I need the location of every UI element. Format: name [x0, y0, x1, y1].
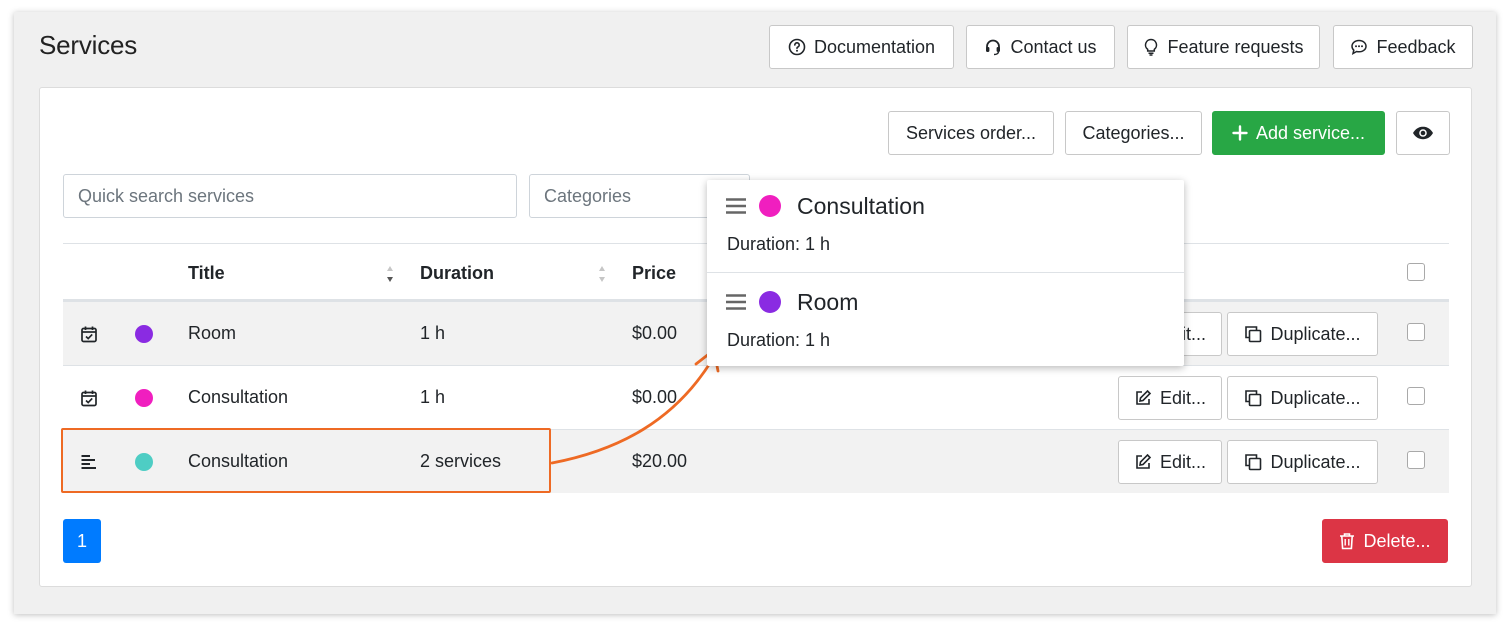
feature-requests-label: Feature requests: [1167, 36, 1304, 57]
copy-icon: [1245, 326, 1262, 343]
add-service-label: Add service...: [1255, 122, 1366, 143]
services-order-button[interactable]: Services order...: [888, 111, 1054, 155]
services-order-label: Services order...: [905, 122, 1037, 143]
plus-icon: [1232, 125, 1248, 141]
copy-icon: [1245, 454, 1262, 471]
duplicate-label: Duplicate...: [1270, 451, 1361, 472]
feedback-label: Feedback: [1376, 36, 1456, 57]
compound-services-popup: Consultation Duration: 1 h Room Duration…: [707, 180, 1184, 366]
feature-requests-button[interactable]: Feature requests: [1127, 25, 1320, 69]
duplicate-button[interactable]: Duplicate...: [1227, 312, 1378, 356]
select-all-checkbox[interactable]: [1407, 263, 1425, 281]
row-type-cell: [80, 366, 98, 429]
pagination-page-button[interactable]: 1: [63, 519, 101, 563]
row-type-cell: [80, 302, 98, 365]
headset-icon: [986, 39, 1001, 56]
row-checkbox[interactable]: [1407, 451, 1425, 469]
row-title: Consultation: [188, 387, 289, 407]
feedback-button[interactable]: Feedback: [1333, 25, 1473, 69]
add-service-button[interactable]: Add service...: [1212, 111, 1385, 155]
row-checkbox[interactable]: [1407, 387, 1425, 405]
edit-button[interactable]: Edit...: [1118, 376, 1222, 420]
row-checkbox[interactable]: [1407, 323, 1425, 341]
trash-icon: [1340, 533, 1355, 550]
contact-us-button[interactable]: Contact us: [966, 25, 1115, 69]
duplicate-label: Duplicate...: [1270, 323, 1361, 344]
calendar-check-icon: [81, 390, 97, 406]
duplicate-label: Duplicate...: [1270, 387, 1361, 408]
popup-item-duration: Duration: 1 h: [727, 234, 831, 254]
lightbulb-icon: [1145, 38, 1158, 56]
visibility-toggle-button[interactable]: [1396, 111, 1450, 155]
drag-handle-icon[interactable]: [725, 197, 747, 215]
search-input[interactable]: [63, 174, 517, 218]
column-header-price[interactable]: Price: [632, 263, 676, 284]
pencil-square-icon: [1136, 389, 1152, 405]
column-header-duration[interactable]: Duration: [420, 263, 494, 284]
categories-button-label: Categories...: [1082, 122, 1185, 143]
table-row: Consultation 1 h $0.00 Edit... Duplicate…: [63, 366, 1449, 429]
popup-item-duration: Duration: 1 h: [727, 330, 831, 350]
color-dot: [135, 324, 153, 343]
documentation-button[interactable]: Documentation: [769, 25, 954, 69]
popup-item-title: Consultation: [797, 193, 925, 219]
categories-button[interactable]: Categories...: [1065, 111, 1202, 155]
row-price: $0.00: [632, 387, 678, 407]
edit-button[interactable]: Edit...: [1118, 440, 1222, 484]
popup-item-title: Room: [797, 289, 859, 315]
delete-label: Delete...: [1363, 530, 1431, 551]
sort-duration-icon[interactable]: [598, 265, 606, 283]
row-price: $20.00: [632, 451, 688, 471]
page-title: Services: [39, 30, 138, 60]
eye-icon: [1413, 126, 1433, 140]
contact-us-label: Contact us: [1010, 36, 1097, 57]
drag-handle-icon[interactable]: [725, 293, 747, 311]
row-title: Room: [188, 323, 237, 343]
color-dot: [135, 388, 153, 407]
duplicate-button[interactable]: Duplicate...: [1227, 440, 1378, 484]
edit-label: Edit...: [1159, 387, 1207, 408]
color-dot: [759, 195, 781, 217]
popup-item[interactable]: Room Duration: 1 h: [707, 273, 1184, 366]
calendar-check-icon: [81, 326, 97, 342]
delete-button[interactable]: Delete...: [1322, 519, 1448, 563]
edit-label: Edit...: [1159, 451, 1207, 472]
annotation-highlight-box: [61, 428, 551, 493]
pencil-square-icon: [1136, 453, 1152, 469]
column-header-title[interactable]: Title: [188, 263, 225, 284]
popup-item[interactable]: Consultation Duration: 1 h: [707, 180, 1184, 273]
chat-dots-icon: [1351, 39, 1368, 55]
row-duration: 1 h: [420, 387, 446, 407]
documentation-label: Documentation: [813, 36, 936, 57]
sort-title-icon[interactable]: [386, 265, 394, 283]
row-price: $0.00: [632, 323, 678, 343]
copy-icon: [1245, 390, 1262, 407]
duplicate-button[interactable]: Duplicate...: [1227, 376, 1378, 420]
question-circle-icon: [788, 38, 806, 56]
color-dot: [759, 291, 781, 313]
row-duration: 1 h: [420, 323, 446, 343]
